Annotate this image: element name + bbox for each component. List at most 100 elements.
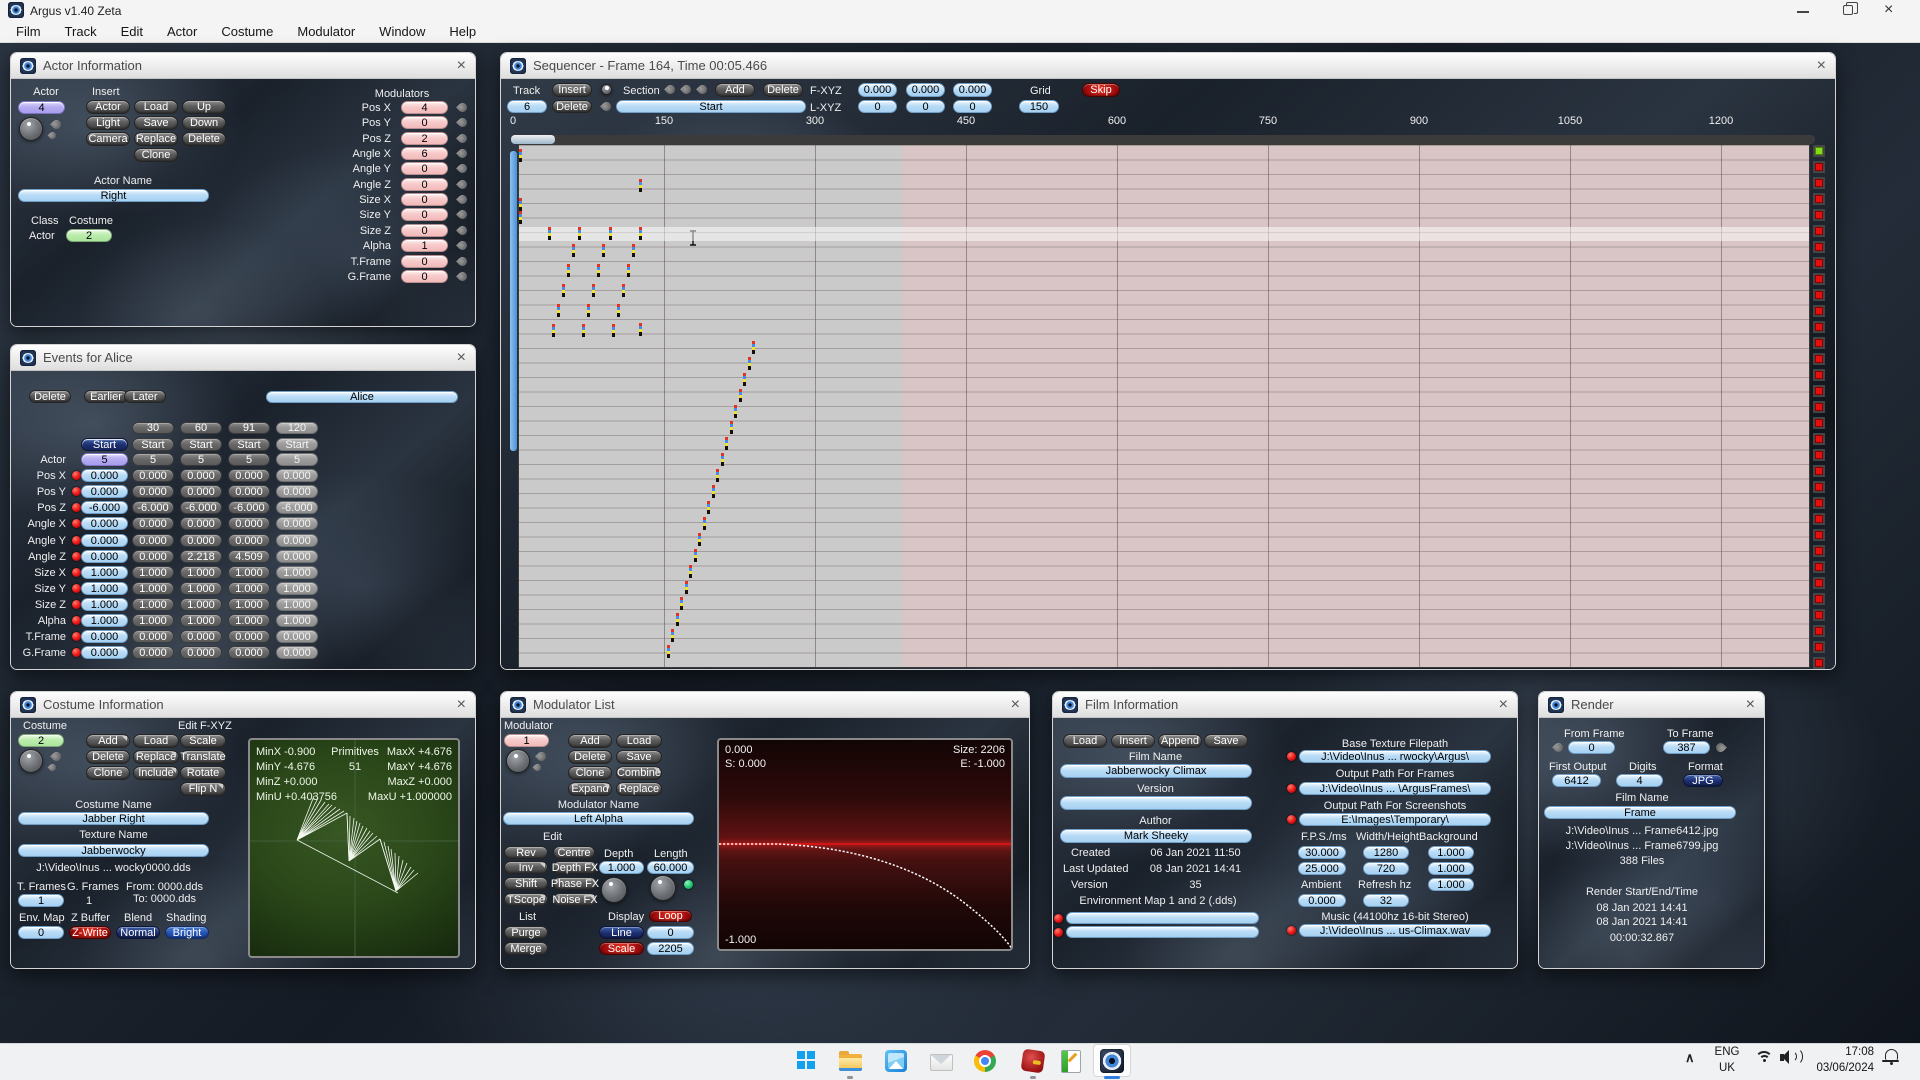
event-cell[interactable]: 1.000 <box>81 614 128 627</box>
modulator-number-field[interactable]: 1 <box>504 734 549 747</box>
scrollbar-handle[interactable] <box>511 135 555 144</box>
modulator-count-field[interactable]: 0 <box>401 178 448 191</box>
record-indicator[interactable] <box>72 648 81 657</box>
costume-number-field[interactable]: 2 <box>18 734 64 747</box>
event-cell[interactable]: 1.000 <box>180 582 222 595</box>
event-start-button[interactable]: Start <box>276 438 318 451</box>
event-column-header[interactable]: 120 <box>276 422 318 434</box>
scale-value-field[interactable]: 2205 <box>647 942 694 955</box>
event-marker[interactable] <box>582 324 585 337</box>
actor-number-field[interactable]: 4 <box>18 101 65 114</box>
track-indicator[interactable] <box>1813 497 1825 509</box>
modulator-save-button[interactable]: Save <box>616 750 662 764</box>
event-marker[interactable] <box>680 597 683 610</box>
fxyz-field[interactable]: 0.000 <box>906 83 945 97</box>
costume-clone-button[interactable]: Clone <box>86 766 130 780</box>
track-insert-button[interactable]: Insert <box>552 83 592 97</box>
track-indicator[interactable] <box>1813 577 1825 589</box>
event-marker[interactable] <box>743 373 746 386</box>
edit-shift-button[interactable]: Shift <box>504 877 548 890</box>
track-indicator[interactable] <box>1813 321 1825 333</box>
track-indicator[interactable] <box>1813 289 1825 301</box>
track-indicator[interactable] <box>1813 417 1825 429</box>
width-field[interactable]: 1280 <box>1363 846 1409 859</box>
record-indicator[interactable] <box>72 616 81 625</box>
edit-depth-fx-button[interactable]: Depth FX <box>553 861 597 874</box>
small-knob[interactable] <box>601 84 612 95</box>
track-indicator-active[interactable] <box>1813 145 1825 157</box>
event-cell[interactable]: 1.000 <box>276 582 318 595</box>
event-cell[interactable]: 1.000 <box>132 598 174 611</box>
costume-rotate-button[interactable]: Rotate <box>180 766 226 780</box>
actor-name-field[interactable]: Right <box>18 189 209 202</box>
selected-track-row[interactable] <box>519 227 1809 241</box>
display-value-field[interactable]: 0 <box>647 926 694 939</box>
grid-size-field[interactable]: 150 <box>1019 100 1059 113</box>
events-earlier-button[interactable]: Earlier <box>84 390 128 403</box>
insert-load-button[interactable]: Load <box>134 100 178 114</box>
event-marker[interactable] <box>725 437 728 450</box>
menu-actor[interactable]: Actor <box>155 24 209 39</box>
event-marker[interactable] <box>609 227 612 240</box>
texture-name-field[interactable]: Jabberwocky <box>18 844 209 857</box>
modulator-count-field[interactable]: 0 <box>401 116 448 129</box>
envmap-field[interactable]: 0 <box>18 926 64 939</box>
costume-add-button[interactable]: Add <box>86 734 130 748</box>
wifi-icon[interactable] <box>1755 1051 1774 1065</box>
track-indicator[interactable] <box>1813 257 1825 269</box>
event-marker[interactable] <box>716 469 719 482</box>
event-cell[interactable]: 2.218 <box>180 550 222 563</box>
event-cell[interactable]: 0.000 <box>81 630 128 643</box>
depth-field[interactable]: 1.000 <box>599 861 644 874</box>
zwrite-button[interactable]: Z-Write <box>69 926 111 939</box>
fxyz-field[interactable]: 0.000 <box>953 83 992 97</box>
line-button[interactable]: Line <box>599 926 644 939</box>
track-delete-button[interactable]: Delete <box>552 100 592 113</box>
author-field[interactable]: Mark Sheeky <box>1060 829 1252 843</box>
menu-window[interactable]: Window <box>367 24 437 39</box>
track-indicator[interactable] <box>1813 209 1825 221</box>
section-delete-button[interactable]: Delete <box>763 83 803 97</box>
record-indicator[interactable] <box>72 600 81 609</box>
frames-path-field[interactable]: J:\Video\Inus ... \ArgusFrames\ <box>1299 782 1491 795</box>
scale-button[interactable]: Scale <box>599 942 644 955</box>
event-column-header[interactable]: 30 <box>132 422 174 434</box>
event-cell[interactable]: 0.000 <box>276 646 318 659</box>
event-marker[interactable] <box>548 227 551 240</box>
event-cell[interactable]: 1.000 <box>276 614 318 627</box>
record-indicator[interactable] <box>72 503 81 512</box>
track-indicator[interactable] <box>1813 529 1825 541</box>
event-start-button[interactable]: Start <box>132 438 174 451</box>
film-append-button[interactable]: Append <box>1158 734 1202 748</box>
clock[interactable]: 17:0803/06/2024 <box>1812 1045 1874 1076</box>
event-marker[interactable] <box>707 501 710 514</box>
menu-track[interactable]: Track <box>53 24 109 39</box>
modulator-clone-button[interactable]: Clone <box>568 766 612 780</box>
events-delete-button[interactable]: Delete <box>29 390 71 403</box>
events-later-button[interactable]: Later <box>124 390 166 403</box>
event-marker[interactable] <box>587 304 590 317</box>
event-start-button[interactable]: Start <box>228 438 270 451</box>
list-merge-button[interactable]: Merge <box>504 942 548 955</box>
height-field[interactable]: 720 <box>1363 862 1409 875</box>
section-name-field[interactable]: Start <box>616 100 806 113</box>
menu-modulator[interactable]: Modulator <box>285 24 367 39</box>
track-indicator[interactable] <box>1813 481 1825 493</box>
close-icon[interactable]: × <box>1884 1 1893 19</box>
event-cell[interactable]: 0.000 <box>132 646 174 659</box>
event-start-button[interactable]: Start <box>81 438 128 451</box>
film-name-field[interactable]: Frame <box>1544 806 1736 819</box>
event-marker[interactable] <box>557 304 560 317</box>
film-load-button[interactable]: Load <box>1063 734 1107 748</box>
event-marker[interactable] <box>617 304 620 317</box>
track-number-field[interactable]: 6 <box>507 100 547 113</box>
record-indicator[interactable] <box>1054 928 1063 937</box>
event-marker[interactable] <box>748 357 751 370</box>
event-marker[interactable] <box>567 264 570 277</box>
record-indicator[interactable] <box>72 584 81 593</box>
track-indicator[interactable] <box>1813 193 1825 205</box>
costume-preview-panel[interactable]: MinX -0.900 MinY -4.676 MinZ +0.000 MinU… <box>248 738 460 958</box>
modulator-count-field[interactable]: 2 <box>401 132 448 145</box>
event-start-button[interactable]: Start <box>180 438 222 451</box>
event-marker[interactable] <box>639 323 642 336</box>
